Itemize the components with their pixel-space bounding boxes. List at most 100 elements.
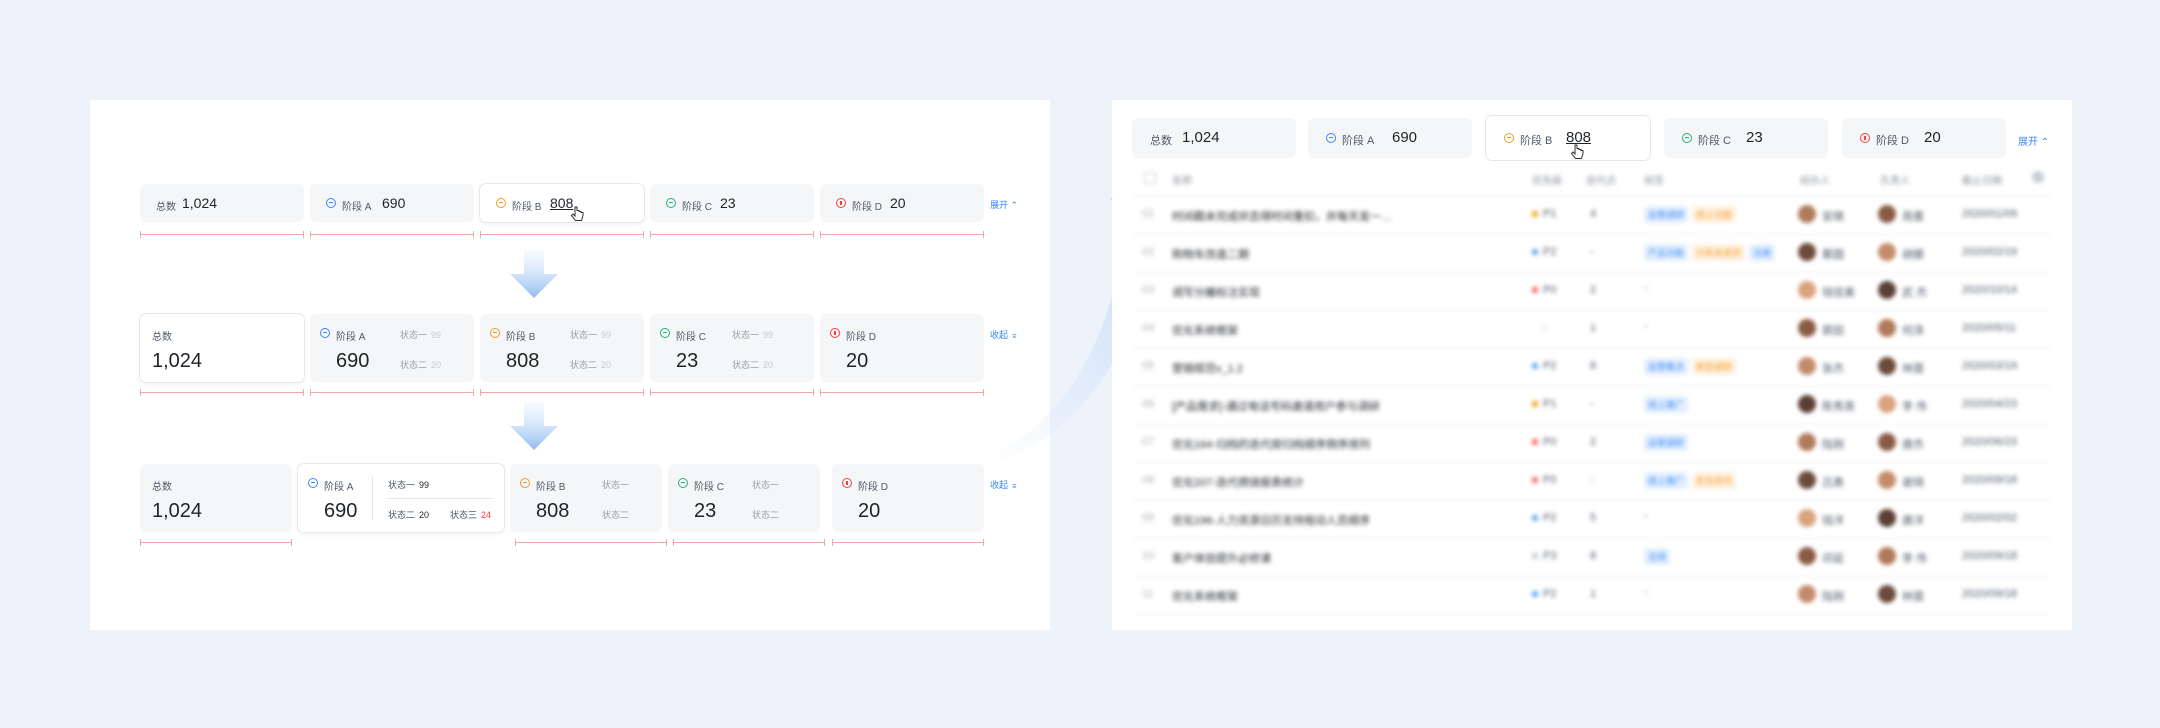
summary-card-total-row3[interactable]: 总数 1,024 — [140, 464, 292, 532]
total-label: 总数 — [152, 332, 172, 343]
row-name[interactable]: 营销规范v_1.2 — [1172, 360, 1243, 376]
tag: 注册 — [1749, 244, 1776, 261]
gear-icon[interactable] — [2032, 171, 2044, 183]
row-points: 8 — [1590, 550, 1597, 562]
stage-a-value: 690 — [336, 350, 370, 372]
row-points: 2 — [1590, 284, 1597, 296]
row-assignee: 蔡圆 — [1822, 249, 1844, 261]
stage-card-b[interactable]: 阶段 B 808 — [1486, 116, 1650, 160]
stage-card-c-row3[interactable]: 阶段 C 23 状态一 状态二 — [668, 464, 820, 532]
stage-b-label: 阶段 B — [506, 332, 536, 343]
hand-cursor-icon — [570, 206, 584, 221]
table-row[interactable]: 06 [产品需求]-通过电话号码邀请用户参与调研 P1 - 线上推广 陈秀英 李 伟 2020… — [1132, 386, 2052, 425]
collapse-button[interactable]: 收起 ⌅ — [990, 478, 1018, 491]
stage-card-b-expanded[interactable]: 阶段 B 808 状态一 99 状态二 20 — [480, 314, 644, 382]
assignee-avatar — [1798, 509, 1816, 527]
stage-card-a-expanded[interactable]: 阶段 A 690 状态一 99 状态二 20 — [310, 314, 474, 382]
row-name[interactable]: 优化164-归档的迭代按归档顺序倒序排列 — [1172, 436, 1370, 452]
table-row[interactable]: 10 客户体验提升必修课 P3 8 主线 邓延 李 伟 2020/09/18 — [1132, 538, 2052, 577]
stage-a-value: 690 — [1392, 129, 1418, 146]
row-due-date: 2020/09/18 — [1962, 550, 2018, 562]
stage-card-d-expanded[interactable]: 阶段 D 20 — [820, 314, 984, 382]
width-marker — [310, 231, 474, 242]
sub-status-2: 状态二 — [602, 510, 630, 520]
tag: 线上推广 — [1644, 472, 1689, 489]
row-points: - — [1590, 398, 1594, 410]
tag: 产品功能 — [1644, 244, 1689, 261]
table-row[interactable]: 11 优化系统框架 P2 1 - 陆刚 林茵 2020/09/18 — [1132, 576, 2052, 615]
table-row[interactable]: 08 优化207-迭代燃烧报表统计 P0 - 线上推广 优先迭代 吕勇 谢琦 2020/09/1… — [1132, 462, 2052, 501]
table-row[interactable]: 01 时间戳未完成状态得时间重扣，并每天发一… P1 4 运营调研 线上功能 安晓 周墨 202… — [1132, 196, 2052, 235]
stage-b-icon — [496, 198, 506, 208]
summary-card-total[interactable]: 总数 1,024 — [1132, 118, 1296, 158]
table-row[interactable]: 04 优化系统框架 - 1 - 郭田 何泽 2020/05/11 — [1132, 310, 2052, 349]
width-marker — [673, 539, 825, 550]
stage-a-icon — [1326, 133, 1336, 143]
expand-button[interactable]: 展开 ⌃ — [2018, 133, 2049, 148]
row-name[interactable]: 调写分離标注实现 — [1172, 284, 1260, 300]
stage-a-value: 690 — [382, 195, 406, 211]
stage-card-b[interactable]: 阶段 B 808 — [480, 184, 644, 222]
stage-card-a-active[interactable]: 阶段 A 690 状态一 99 状态二 20 状态三 24 — [298, 464, 504, 532]
row-owner: 武 杰 — [1902, 287, 1928, 299]
row-due-date: 2020/09/18 — [1962, 474, 2018, 486]
row-tags: 运营调研 — [1644, 434, 1692, 451]
row-name[interactable]: 购物车改造二期 — [1172, 246, 1249, 262]
owner-avatar — [1878, 471, 1896, 489]
row-name[interactable]: 优化系统框架 — [1172, 322, 1238, 338]
row-priority: P0 — [1532, 284, 1556, 296]
down-arrow-icon — [510, 250, 558, 298]
sub-status-2: 状态二 — [752, 510, 780, 520]
row-name[interactable]: 时间戳未完成状态得时间重扣，并每天发一… — [1172, 208, 1392, 224]
table-row[interactable]: 02 购物车改造二期 P2 - 产品功能 分析未来员 注册 蔡圆 胡娜 2020/02/19 — [1132, 234, 2052, 273]
total-label: 总数 — [156, 202, 176, 213]
row-tags: - — [1644, 320, 1648, 332]
table-row[interactable]: 09 优化196-人力资源日历支持拖动人员顺序 P2 5 - 钱洋 唐洋 2020/02/02 — [1132, 500, 2052, 539]
priority-dot-icon — [1532, 325, 1538, 331]
owner-avatar — [1878, 319, 1896, 337]
row-priority: P2 — [1532, 360, 1556, 372]
summary-card-total[interactable]: 总数 1,024 — [140, 184, 304, 222]
stage-card-c[interactable]: 阶段 C 23 — [1664, 118, 1828, 158]
stage-card-a[interactable]: 阶段 A 690 — [310, 184, 474, 222]
sub-status-1: 状态一 99 — [732, 330, 774, 340]
row-name[interactable]: [产品需求]-通过电话号码邀请用户参与调研 — [1172, 398, 1380, 414]
stage-card-b-row3[interactable]: 阶段 B 808 状态一 状态二 — [510, 464, 662, 532]
row-assignee: 吕勇 — [1822, 477, 1844, 489]
table-row[interactable]: 03 调写分離标注实现 P0 2 - 钱佳美 武 杰 2020/10/14 — [1132, 272, 2052, 311]
stage-c-icon — [660, 328, 670, 338]
row-index: 07 — [1142, 436, 1155, 448]
row-priority: P1 — [1532, 398, 1556, 410]
stage-card-c-expanded[interactable]: 阶段 C 23 状态一 99 状态二 20 — [650, 314, 814, 382]
tag: 分析未来员 — [1692, 244, 1746, 261]
row-tags: - — [1644, 586, 1648, 598]
stage-a-label: 阶段 A — [324, 482, 354, 493]
row-name[interactable]: 优化系统框架 — [1172, 588, 1238, 604]
row-index: 11 — [1142, 588, 1154, 600]
assignee-avatar — [1798, 205, 1816, 223]
stage-card-d-row3[interactable]: 阶段 D 20 — [832, 464, 984, 532]
stage-c-value: 23 — [694, 500, 717, 522]
row-points: - — [1590, 474, 1594, 486]
select-all-checkbox[interactable] — [1144, 172, 1156, 184]
row-tags: 线上推广 优先迭代 — [1644, 472, 1740, 489]
row-priority: P2 — [1532, 512, 1556, 524]
row-index: 08 — [1142, 474, 1155, 486]
row-name[interactable]: 客户体验提升必修课 — [1172, 550, 1271, 566]
stage-b-label: 阶段 B — [512, 202, 542, 213]
tag: - — [1644, 282, 1648, 294]
stage-card-c[interactable]: 阶段 C 23 — [650, 184, 814, 222]
stage-d-icon — [830, 328, 840, 338]
stage-card-a[interactable]: 阶段 A 690 — [1308, 118, 1472, 158]
table-row[interactable]: 05 营销规范v_1.2 P2 8 运营重点 新促调研 张杰 林茵 2020/03/19 — [1132, 348, 2052, 387]
row-priority: - — [1532, 322, 1547, 334]
sub-status-2: 状态二 20 — [388, 510, 430, 520]
row-name[interactable]: 优化196-人力资源日历支持拖动人员顺序 — [1172, 512, 1370, 528]
table-row[interactable]: 07 优化164-归档的迭代按归档顺序倒序排列 P0 2 运营调研 陆刚 唐杰 2020/06… — [1132, 424, 2052, 463]
row-name[interactable]: 优化207-迭代燃烧报表统计 — [1172, 474, 1304, 490]
stage-card-d[interactable]: 阶段 D 20 — [820, 184, 984, 222]
summary-card-total-expanded[interactable]: 总数 1,024 — [140, 314, 304, 382]
row-due-date: 2020/02/02 — [1962, 512, 2018, 524]
stage-card-d[interactable]: 阶段 D 20 — [1842, 118, 2006, 158]
stage-c-icon — [678, 478, 688, 488]
